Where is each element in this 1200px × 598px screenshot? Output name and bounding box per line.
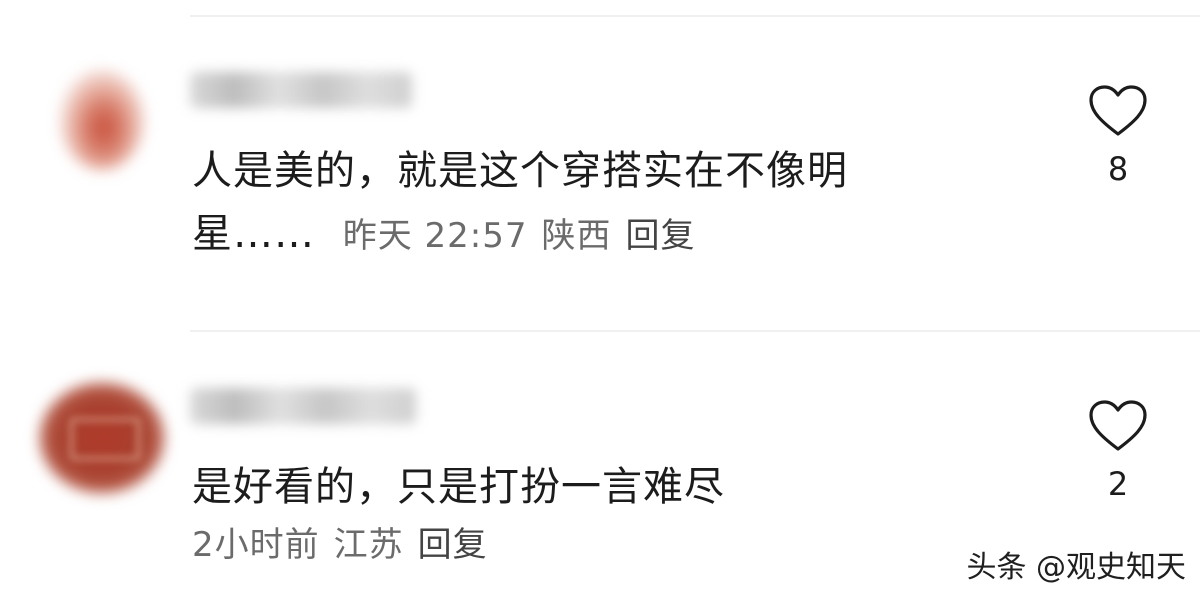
avatar[interactable] bbox=[60, 70, 144, 170]
divider bbox=[190, 15, 1200, 17]
comment-location: 江苏 bbox=[333, 525, 404, 565]
comment-text-tail: 星…… bbox=[192, 211, 315, 257]
comment-text-continued: 星…… 昨天 22:57 陕西 回复 bbox=[192, 205, 696, 265]
avatar-detail bbox=[70, 418, 140, 460]
comment-meta: 2小时前 江苏 回复 bbox=[192, 519, 488, 571]
like-count: 2 bbox=[1107, 465, 1129, 503]
heart-outline-icon bbox=[1089, 85, 1147, 136]
like-button[interactable]: 2 bbox=[1088, 399, 1148, 503]
comment-text: 是好看的，只是打扮一言难尽 bbox=[192, 464, 725, 510]
reply-button[interactable]: 回复 bbox=[626, 216, 696, 256]
username-blurred[interactable] bbox=[190, 388, 416, 424]
like-button[interactable]: 8 bbox=[1088, 84, 1148, 188]
comment-time: 昨天 22:57 bbox=[342, 216, 528, 256]
comment-location: 陕西 bbox=[541, 216, 612, 256]
comment-list: 人是美的，就是这个穿搭实在不像明 星…… 昨天 22:57 陕西 回复 8 是好看的… bbox=[0, 0, 1200, 598]
watermark: 头条 @观史知天 bbox=[966, 550, 1186, 585]
reply-button[interactable]: 回复 bbox=[418, 525, 488, 565]
username-blurred[interactable] bbox=[190, 72, 412, 108]
divider bbox=[190, 330, 1200, 332]
comment-text: 人是美的，就是这个穿搭实在不像明 bbox=[192, 148, 848, 194]
comment-time: 2小时前 bbox=[192, 525, 320, 565]
like-count: 8 bbox=[1107, 150, 1129, 188]
heart-outline-icon bbox=[1089, 400, 1147, 451]
